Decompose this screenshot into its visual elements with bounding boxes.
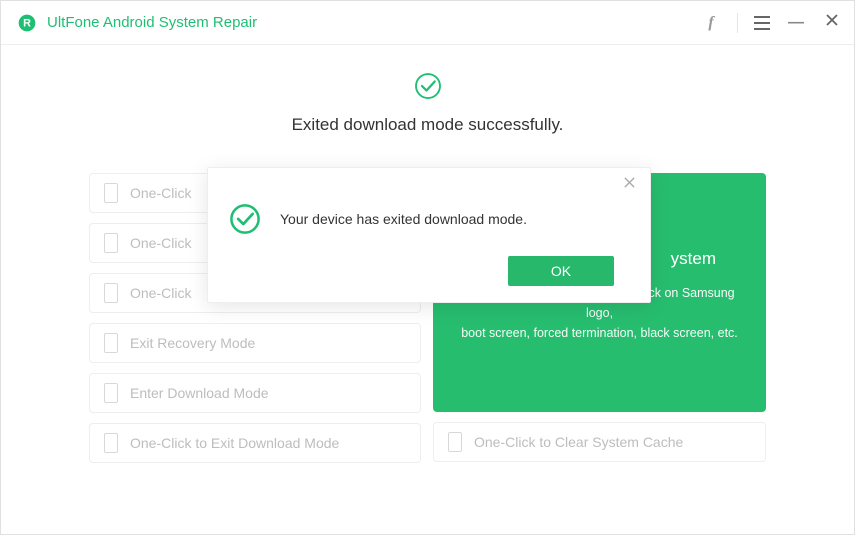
app-title: UltFone Android System Repair	[47, 14, 257, 31]
phone-icon	[448, 432, 462, 452]
option-exit-recovery[interactable]: Exit Recovery Mode	[89, 323, 421, 363]
phone-icon	[104, 433, 118, 453]
option-label: One-Click to Clear System Cache	[474, 434, 683, 450]
success-modal: Your device has exited download mode. OK	[207, 167, 651, 303]
option-enter-download[interactable]: Enter Download Mode	[89, 373, 421, 413]
option-label: One-Click	[130, 235, 191, 251]
facebook-icon[interactable]: f	[701, 14, 721, 32]
app-window: R UltFone Android System Repair f — Exit…	[0, 0, 855, 535]
minimize-icon[interactable]: —	[786, 14, 806, 32]
menu-icon[interactable]	[754, 16, 770, 30]
option-label: One-Click to Exit Download Mode	[130, 435, 339, 451]
separator	[737, 13, 738, 33]
success-check-icon	[413, 71, 443, 101]
titlebar: R UltFone Android System Repair f —	[1, 1, 854, 45]
modal-message: Your device has exited download mode.	[280, 211, 527, 227]
option-label: Exit Recovery Mode	[130, 335, 255, 351]
titlebar-left: R UltFone Android System Repair	[17, 13, 257, 33]
modal-check-icon	[228, 202, 262, 236]
svg-text:R: R	[23, 17, 31, 29]
modal-close-icon[interactable]	[620, 176, 638, 194]
phone-icon	[104, 333, 118, 353]
close-icon[interactable]	[822, 13, 842, 32]
status-headline: Exited download mode successfully.	[89, 115, 766, 135]
phone-icon	[104, 283, 118, 303]
option-exit-download[interactable]: One-Click to Exit Download Mode	[89, 423, 421, 463]
titlebar-controls: f —	[701, 13, 842, 33]
modal-body: Your device has exited download mode.	[228, 202, 634, 236]
app-logo-icon: R	[17, 13, 37, 33]
phone-icon	[104, 183, 118, 203]
phone-icon	[104, 233, 118, 253]
ok-button[interactable]: OK	[508, 256, 614, 286]
option-label: Enter Download Mode	[130, 385, 269, 401]
option-clear-cache[interactable]: One-Click to Clear System Cache	[433, 422, 766, 462]
option-label: One-Click	[130, 285, 191, 301]
phone-icon	[104, 383, 118, 403]
option-label: One-Click	[130, 185, 191, 201]
